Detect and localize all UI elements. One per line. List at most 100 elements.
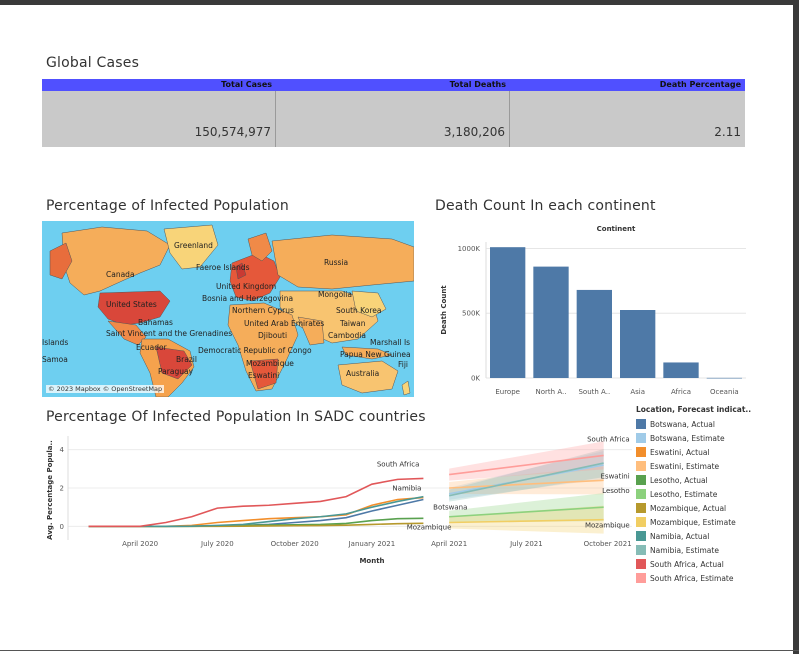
- kpi-value-row: 150,574,977 3,180,206 2.11: [42, 91, 745, 147]
- legend-label: Mozambique, Actual: [650, 503, 727, 513]
- map-label-drc: Democratic Republic of Congo: [198, 346, 312, 355]
- line-annotation: Mozambique: [585, 522, 630, 530]
- legend-item[interactable]: Botswana, Estimate: [636, 431, 796, 445]
- map-label-south-korea: South Korea: [336, 306, 382, 315]
- legend-swatch: [636, 503, 646, 513]
- bar-y-tick-label: 1000K: [458, 245, 481, 253]
- map-attribution[interactable]: © 2023 Mapbox © OpenStreetMap: [46, 385, 165, 393]
- map-label-russia: Russia: [324, 258, 349, 267]
- map-region-new-zealand: [401, 380, 411, 396]
- map-label-united-states: United States: [106, 300, 157, 309]
- map-label-mozambique: Mozambique: [246, 359, 294, 368]
- map-label-northern-cyprus: Northern Cyprus: [232, 306, 294, 315]
- map-label-samoa: Samoa: [42, 355, 68, 364]
- map-label-png: Papua New Guinea: [340, 350, 411, 359]
- legend-label: Lesotho, Estimate: [650, 489, 718, 499]
- legend-label: Botswana, Actual: [650, 419, 715, 429]
- global-cases-title: Global Cases: [46, 55, 140, 71]
- map-label-djibouti: Djibouti: [258, 331, 288, 340]
- map-label-mongolia: Mongolia: [318, 290, 352, 299]
- legend-label: Namibia, Estimate: [650, 545, 719, 555]
- map-label-faeroe: Faeroe Islands: [196, 263, 250, 272]
- legend-swatch: [636, 461, 646, 471]
- bar-x-tick-label: South A..: [578, 388, 610, 396]
- line-x-tick-label: October 2021: [584, 540, 632, 548]
- map-label-saint-vincent: Saint Vincent and the Grenadines: [106, 329, 233, 338]
- line-chart-title: Percentage Of Infected Population In SAD…: [46, 409, 426, 425]
- legend-item[interactable]: South Africa, Actual: [636, 557, 796, 571]
- map-label-canada: Canada: [106, 270, 135, 279]
- legend-items: Botswana, Actual Botswana, Estimate Eswati…: [636, 417, 796, 585]
- bar-europe[interactable]: [490, 247, 526, 378]
- window-top-border: [0, 0, 799, 5]
- legend-item[interactable]: Mozambique, Actual: [636, 501, 796, 515]
- map-label-bosnia: Bosnia and Herzegovina: [202, 294, 294, 303]
- bar-x-tick-label: Oceania: [710, 388, 739, 396]
- legend-label: Botswana, Estimate: [650, 433, 725, 443]
- line-x-tick-label: July 2021: [509, 540, 543, 548]
- sadc-line-chart: 0 2 4 Avg. Percentage Popula.. April 2020 Jul…: [46, 435, 632, 565]
- line-annotation: South Africa: [587, 435, 630, 443]
- value-total-deaths[interactable]: 3,180,206: [276, 91, 510, 147]
- bar-north-a-[interactable]: [533, 266, 569, 378]
- value-total-cases[interactable]: 150,574,977: [42, 91, 276, 147]
- line-annotation: Lesotho: [602, 487, 629, 495]
- bar-chart-title: Death Count In each continent: [435, 198, 656, 214]
- bar-oceania[interactable]: [706, 377, 742, 379]
- legend-swatch: [636, 517, 646, 527]
- bar-x-tick-label: Europe: [495, 388, 520, 396]
- legend-label: Eswatini, Estimate: [650, 461, 720, 471]
- bar-asia[interactable]: [620, 310, 656, 378]
- legend-item[interactable]: Namibia, Estimate: [636, 543, 796, 557]
- value-death-percentage[interactable]: 2.11: [510, 91, 745, 147]
- map-label-paraguay: Paraguay: [158, 367, 194, 376]
- line-x-tick-label: January 2021: [348, 540, 396, 548]
- map-label-bahamas: Bahamas: [138, 318, 173, 327]
- map-label-greenland: Greenland: [174, 241, 213, 250]
- legend-swatch: [636, 419, 646, 429]
- legend-label: Eswatini, Actual: [650, 447, 710, 457]
- legend-swatch: [636, 559, 646, 569]
- legend-label: Lesotho, Actual: [650, 475, 708, 485]
- legend-label: South Africa, Estimate: [650, 573, 734, 583]
- legend-item[interactable]: Eswatini, Estimate: [636, 459, 796, 473]
- legend-label: South Africa, Actual: [650, 559, 724, 569]
- world-map[interactable]: Greenland Faeroe Islands Canada United K…: [42, 221, 414, 397]
- legend-swatch: [636, 531, 646, 541]
- legend-item[interactable]: Botswana, Actual: [636, 417, 796, 431]
- line-x-tick-label: April 2021: [431, 540, 467, 548]
- line-x-axis-label: Month: [359, 557, 384, 565]
- map-label-fiji: Fiji: [398, 360, 409, 369]
- line-x-tick-label: July 2020: [200, 540, 234, 548]
- legend-title: Location, Forecast indicat..: [636, 405, 752, 414]
- bar-south-a-[interactable]: [576, 289, 612, 378]
- header-total-deaths: Total Deaths: [449, 80, 506, 89]
- legend-swatch: [636, 489, 646, 499]
- map-label-cambodia: Cambodia: [328, 331, 366, 340]
- legend-item[interactable]: Lesotho, Actual: [636, 473, 796, 487]
- legend-item[interactable]: Namibia, Actual: [636, 529, 796, 543]
- map-label-islands: Islands: [42, 338, 69, 347]
- map-label-ecuador: Ecuador: [136, 343, 167, 352]
- page-bottom-line: [0, 650, 799, 651]
- legend-item[interactable]: Mozambique, Estimate: [636, 515, 796, 529]
- legend-swatch: [636, 433, 646, 443]
- legend-item[interactable]: South Africa, Estimate: [636, 571, 796, 585]
- bar-legend-header: Continent: [597, 225, 636, 233]
- legend-swatch: [636, 475, 646, 485]
- series-eswatini-actual[interactable]: [88, 496, 424, 528]
- line-y-tick-label: 2: [60, 485, 64, 493]
- legend-swatch: [636, 545, 646, 555]
- legend-item[interactable]: Eswatini, Actual: [636, 445, 796, 459]
- line-annotation: Namibia: [392, 485, 421, 493]
- legend-item[interactable]: Lesotho, Estimate: [636, 487, 796, 501]
- kpi-header-row: Total Cases Total Deaths Death Percentag…: [42, 79, 745, 91]
- legend-label: Namibia, Actual: [650, 531, 710, 541]
- header-total-cases: Total Cases: [221, 80, 272, 89]
- line-x-tick-label: October 2020: [271, 540, 319, 548]
- bar-y-axis-label: Death Count: [440, 285, 448, 335]
- bar-africa[interactable]: [663, 362, 699, 378]
- bar-y-tick-label: 0K: [471, 375, 480, 383]
- map-label-uae: United Arab Emirates: [244, 319, 325, 328]
- line-chart-legend: Location, Forecast indicat.. Botswana, A…: [636, 405, 796, 585]
